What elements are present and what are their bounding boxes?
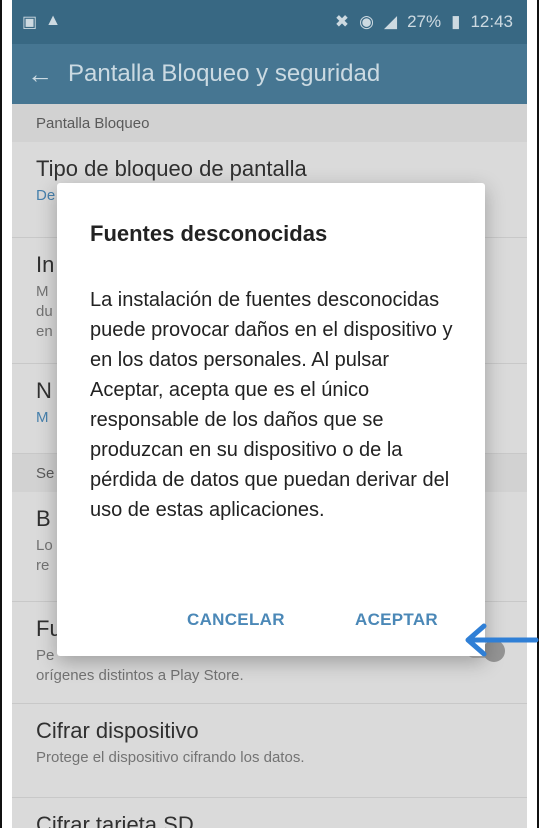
cancel-button[interactable]: CANCELAR: [187, 610, 285, 630]
phone-screen: ▣ ▲ ✖ ◉ ◢ 27% ▮ 12:43 ← Pantalla Bloqueo…: [12, 0, 527, 828]
unknown-sources-dialog: Fuentes desconocidas La instalación de f…: [57, 183, 485, 656]
frame-left-edge: [0, 0, 2, 828]
dialog-message: La instalación de fuentes desconocidas p…: [90, 289, 453, 521]
accept-button[interactable]: ACEPTAR: [355, 610, 438, 630]
pointer-arrow-icon: [465, 623, 539, 657]
dialog-title: Fuentes desconocidas: [90, 221, 328, 246]
